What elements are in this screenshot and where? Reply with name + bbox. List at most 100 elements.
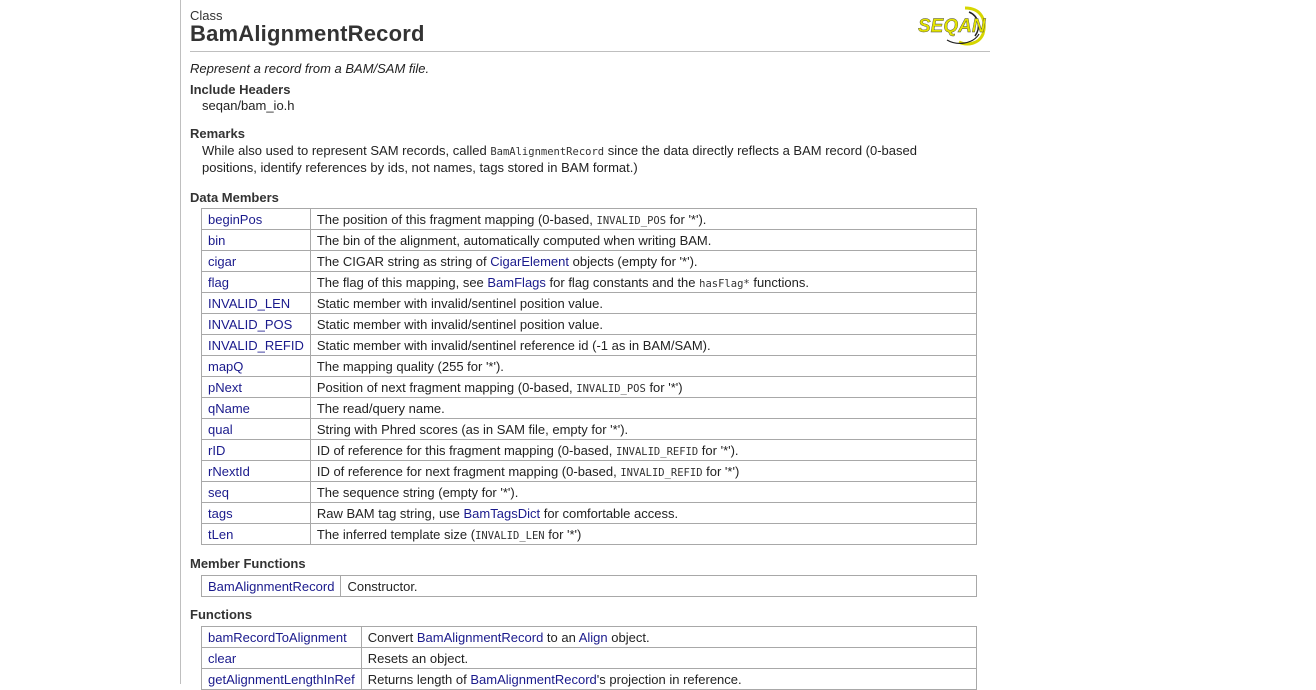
data-member-link-tlen[interactable]: tLen xyxy=(208,527,233,542)
seqan-logo: SEQAN xyxy=(918,6,987,46)
description-code: INVALID_LEN xyxy=(475,529,545,542)
function-row: clear Resets an object. xyxy=(201,647,978,669)
data-member-name-cell: tLen xyxy=(201,523,311,545)
data-member-link-qname[interactable]: qName xyxy=(208,401,250,416)
functions-heading: Functions xyxy=(190,607,253,622)
data-member-description: The position of this fragment mapping (0… xyxy=(309,208,978,230)
data-member-row: qName The read/query name. xyxy=(201,397,978,419)
description-link[interactable]: BamFlags xyxy=(487,275,546,290)
description-text: The inferred template size ( xyxy=(316,526,476,542)
description-text: functions. xyxy=(749,274,809,290)
data-member-description: ID of reference for next fragment mappin… xyxy=(309,460,978,482)
data-member-row: qual String with Phred scores (as in SAM … xyxy=(201,418,978,440)
data-member-description: Raw BAM tag string, use BamTagsDict for … xyxy=(309,502,978,524)
description-code: INVALID_REFID xyxy=(620,466,703,479)
function-link-getalignmentlengthinref[interactable]: getAlignmentLengthInRef xyxy=(208,672,355,687)
data-member-link-mapq[interactable]: mapQ xyxy=(208,359,243,374)
data-member-link-invalid_len[interactable]: INVALID_LEN xyxy=(208,296,290,311)
data-member-link-tags[interactable]: tags xyxy=(208,506,233,521)
description-link[interactable]: BamTagsDict xyxy=(464,506,541,521)
description-text: 's projection in reference. xyxy=(596,671,742,687)
member-function-row: BamAlignmentRecord Constructor. xyxy=(200,575,977,597)
data-member-row: pNext Position of next fragment mapping (… xyxy=(201,376,978,398)
description-text: The read/query name. xyxy=(316,400,445,416)
data-member-row: tLen The inferred template size (INVALID_… xyxy=(201,523,978,545)
page-title: BamAlignmentRecord xyxy=(190,21,425,46)
function-description: Convert BamAlignmentRecord to an Align o… xyxy=(360,626,978,648)
data-member-description: Static member with invalid/sentinel posi… xyxy=(309,313,978,335)
data-member-description: The sequence string (empty for '*'). xyxy=(309,481,978,503)
data-member-link-invalid_pos[interactable]: INVALID_POS xyxy=(208,317,292,332)
data-member-name-cell: seq xyxy=(201,481,311,503)
data-member-link-invalid_refid[interactable]: INVALID_REFID xyxy=(208,338,304,353)
description-code: INVALID_POS xyxy=(596,214,667,227)
description-link[interactable]: BamAlignmentRecord xyxy=(417,630,543,645)
svg-text:SEQAN: SEQAN xyxy=(918,16,987,37)
data-member-description: The CIGAR string as string of CigarEleme… xyxy=(309,250,978,272)
function-name-cell: getAlignmentLengthInRef xyxy=(201,668,362,690)
data-member-description: The bin of the alignment, automatically … xyxy=(309,229,978,251)
data-members-heading: Data Members xyxy=(190,190,279,205)
description-text: Constructor. xyxy=(347,578,418,594)
function-link-clear[interactable]: clear xyxy=(208,651,236,666)
data-member-name-cell: bin xyxy=(201,229,311,251)
data-member-link-beginpos[interactable]: beginPos xyxy=(208,212,262,227)
description-text: Convert xyxy=(367,629,417,645)
function-name-cell: clear xyxy=(201,647,362,669)
data-member-link-rid[interactable]: rID xyxy=(208,443,225,458)
data-member-name-cell: mapQ xyxy=(201,355,311,377)
data-member-row: rID ID of reference for this fragment map… xyxy=(201,439,978,461)
data-member-row: tags Raw BAM tag string, use BamTagsDict … xyxy=(201,502,978,524)
description-link[interactable]: BamAlignmentRecord xyxy=(470,672,596,687)
description-text: The mapping quality (255 for '*'). xyxy=(316,358,504,374)
data-member-link-rnextid[interactable]: rNextId xyxy=(208,464,250,479)
description-text: object. xyxy=(607,629,650,645)
description-text: The sequence string (empty for '*'). xyxy=(316,484,519,500)
data-member-name-cell: INVALID_REFID xyxy=(201,334,311,356)
include-path: seqan/bam_io.h xyxy=(202,98,295,113)
data-member-link-seq[interactable]: seq xyxy=(208,485,229,500)
data-member-link-qual[interactable]: qual xyxy=(208,422,233,437)
remarks-heading: Remarks xyxy=(190,126,245,141)
data-member-description: The read/query name. xyxy=(309,397,978,419)
data-member-name-cell: pNext xyxy=(201,376,311,398)
function-description: Returns length of BamAlignmentRecord's p… xyxy=(360,668,978,690)
function-link-bamrecordtoalignment[interactable]: bamRecordToAlignment xyxy=(208,630,347,645)
data-member-row: rNextId ID of reference for next fragment… xyxy=(201,460,978,482)
description-text: for '*') xyxy=(702,463,740,479)
data-member-name-cell: rNextId xyxy=(201,460,311,482)
description-text: Position of next fragment mapping (0-bas… xyxy=(316,379,577,395)
description-text: Static member with invalid/sentinel posi… xyxy=(316,316,603,332)
description-text: ID of reference for next fragment mappin… xyxy=(316,463,621,479)
data-member-link-flag[interactable]: flag xyxy=(208,275,229,290)
description-link[interactable]: Align xyxy=(579,630,608,645)
member-function-link-bamalignmentrecord[interactable]: BamAlignmentRecord xyxy=(208,579,334,594)
remarks-text-part: While also used to represent SAM records… xyxy=(202,143,491,158)
data-member-link-pnext[interactable]: pNext xyxy=(208,380,242,395)
functions-table: bamRecordToAlignment Convert BamAlignment… xyxy=(201,626,978,690)
description-text: Raw BAM tag string, use xyxy=(316,505,464,521)
description-text: The position of this fragment mapping (0… xyxy=(316,211,597,227)
member-function-name-cell: BamAlignmentRecord xyxy=(200,575,342,597)
description-text: for '*'). xyxy=(666,211,707,227)
data-member-name-cell: INVALID_POS xyxy=(201,313,311,335)
member-functions-table: BamAlignmentRecord Constructor. xyxy=(200,575,977,597)
data-member-link-bin[interactable]: bin xyxy=(208,233,225,248)
data-member-row: beginPos The position of this fragment ma… xyxy=(201,208,978,230)
data-member-name-cell: tags xyxy=(201,502,311,524)
description-code: INVALID_POS xyxy=(576,382,646,395)
data-member-description: Position of next fragment mapping (0-bas… xyxy=(309,376,978,398)
member-function-description: Constructor. xyxy=(340,575,977,597)
description-text: The flag of this mapping, see xyxy=(316,274,488,290)
data-member-name-cell: cigar xyxy=(201,250,311,272)
data-member-description: The flag of this mapping, see BamFlags f… xyxy=(309,271,978,293)
include-headers-heading: Include Headers xyxy=(190,82,291,97)
description-link[interactable]: CigarElement xyxy=(490,254,569,269)
data-members-table: beginPos The position of this fragment ma… xyxy=(201,208,978,545)
title-divider xyxy=(190,51,990,52)
data-member-name-cell: qName xyxy=(201,397,311,419)
data-member-name-cell: INVALID_LEN xyxy=(201,292,311,314)
data-member-link-cigar[interactable]: cigar xyxy=(208,254,236,269)
description-text: for '*'). xyxy=(698,442,739,458)
remarks-text: While also used to represent SAM records… xyxy=(202,143,982,176)
